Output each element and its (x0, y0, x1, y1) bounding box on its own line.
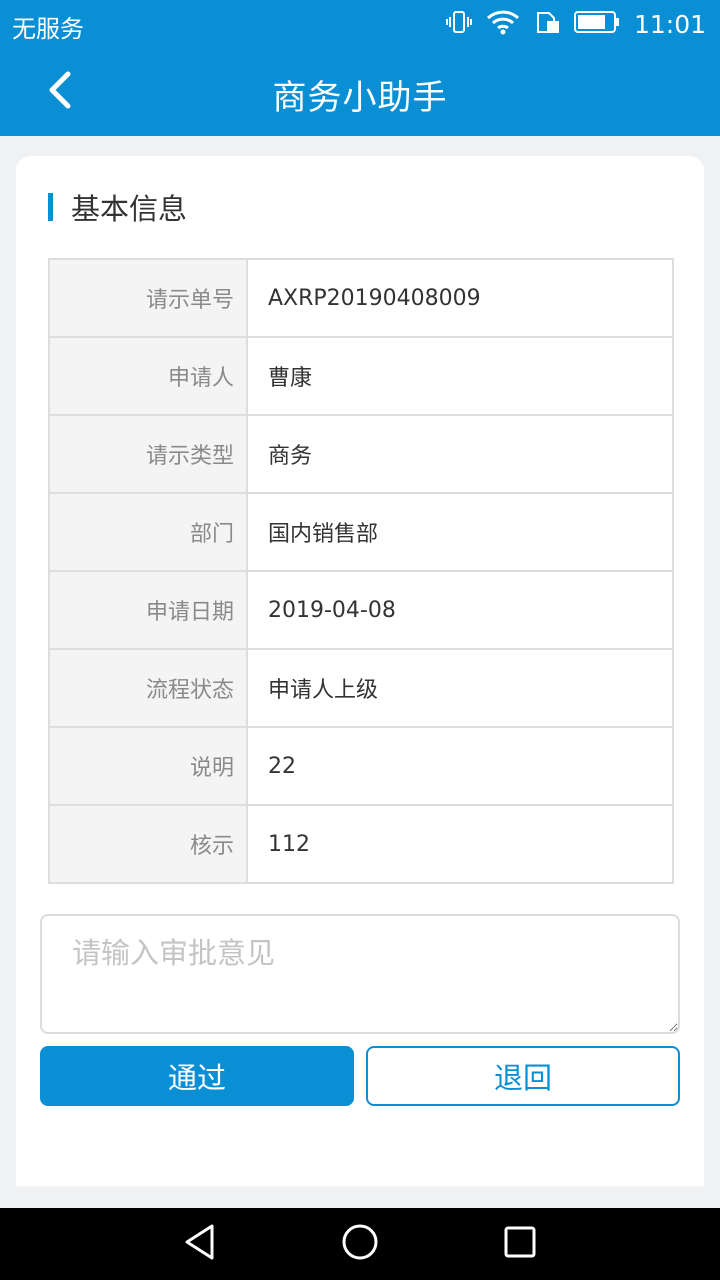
approval-opinion-input[interactable] (40, 914, 680, 1034)
battery-icon (573, 9, 620, 39)
info-table: 请示单号 AXRP20190408009 申请人 曹康 请示类型 商务 部门 国… (48, 258, 674, 884)
return-button[interactable]: 退回 (366, 1046, 680, 1106)
row-label: 说明 (48, 726, 248, 806)
table-row: 核示 112 (48, 804, 674, 884)
page-title: 商务小助手 (272, 78, 448, 118)
recents-square-icon (503, 1225, 537, 1263)
status-icons: 11:01 (445, 8, 706, 40)
row-label: 核示 (48, 804, 248, 884)
status-bar: 无服务 11:01 (0, 0, 720, 48)
wifi-icon (486, 9, 520, 39)
row-value: AXRP20190408009 (246, 258, 674, 338)
row-value: 商务 (246, 414, 674, 494)
carrier-text: 无服务 (12, 15, 84, 43)
row-label: 部门 (48, 492, 248, 572)
table-row: 请示单号 AXRP20190408009 (48, 258, 674, 338)
section-accent-bar (48, 193, 53, 221)
approve-button[interactable]: 通过 (40, 1046, 354, 1106)
clock: 11:01 (633, 9, 706, 39)
detail-card: 基本信息 请示单号 AXRP20190408009 申请人 曹康 请示类型 商务… (16, 156, 704, 1186)
back-triangle-icon (182, 1223, 218, 1265)
table-row: 流程状态 申请人上级 (48, 648, 674, 728)
row-value: 2019-04-08 (246, 570, 674, 650)
row-label: 申请人 (48, 336, 248, 416)
home-circle-icon (341, 1223, 379, 1265)
table-row: 申请日期 2019-04-08 (48, 570, 674, 650)
sim-card-icon (534, 9, 560, 39)
section-header: 基本信息 (48, 190, 187, 226)
row-value: 112 (246, 804, 674, 884)
section-title: 基本信息 (71, 192, 188, 226)
table-row: 申请人 曹康 (48, 336, 674, 416)
row-label: 请示单号 (48, 258, 248, 338)
app-header: 商务小助手 (0, 48, 720, 136)
nav-recents-button[interactable] (498, 1222, 542, 1266)
vibrate-icon (445, 9, 472, 39)
system-nav-bar (0, 1208, 720, 1280)
row-value: 22 (246, 726, 674, 806)
row-label: 请示类型 (48, 414, 248, 494)
nav-home-button[interactable] (338, 1222, 382, 1266)
row-value: 曹康 (246, 336, 674, 416)
nav-back-button[interactable] (178, 1222, 222, 1266)
row-label: 申请日期 (48, 570, 248, 650)
table-row: 请示类型 商务 (48, 414, 674, 494)
table-row: 部门 国内销售部 (48, 492, 674, 572)
row-value: 申请人上级 (246, 648, 674, 728)
row-value: 国内销售部 (246, 492, 674, 572)
row-label: 流程状态 (48, 648, 248, 728)
table-row: 说明 22 (48, 726, 674, 806)
